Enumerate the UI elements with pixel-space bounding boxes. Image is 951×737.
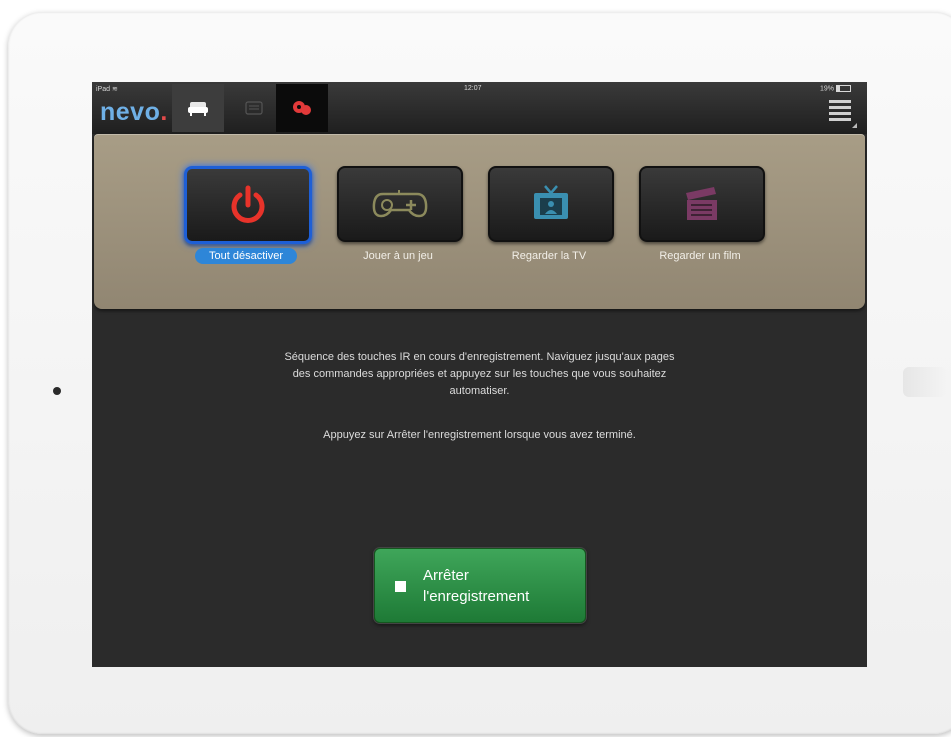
stop-square-icon — [395, 581, 406, 592]
activity-label-jouer: Jouer à un jeu — [363, 250, 433, 262]
front-camera — [53, 387, 61, 395]
activity-regarder-un-film[interactable] — [639, 166, 765, 242]
activity-label-film: Regarder un film — [659, 250, 741, 262]
macro-icon — [293, 101, 311, 115]
remote-icon — [245, 101, 263, 115]
top-bar: iPad ≋ 12:07 19% nevo. — [92, 82, 867, 134]
clock: 12:07 — [464, 85, 482, 92]
message-line-1: Séquence des touches IR en cours d'enreg… — [284, 351, 675, 363]
app-screen: iPad ≋ 12:07 19% nevo. Tout désactiver J… — [92, 82, 867, 667]
list-menu-icon[interactable] — [829, 100, 857, 128]
tv-icon — [534, 185, 568, 219]
activity-tout-desactiver[interactable] — [184, 166, 312, 244]
activities-panel: Tout désactiver Jouer à un jeu Regarder … — [94, 134, 865, 309]
message-line-2: des commandes appropriées et appuyez sur… — [292, 368, 667, 380]
stop-instruction: Appuyez sur Arrêter l'enregistrement lor… — [323, 429, 636, 441]
battery-icon — [835, 85, 851, 92]
recording-message: Séquence des touches IR en cours d'enreg… — [192, 349, 767, 400]
power-icon — [231, 185, 265, 223]
tab-activities[interactable] — [172, 84, 224, 132]
activity-regarder-la-tv[interactable] — [488, 166, 614, 242]
gamepad-icon — [372, 190, 428, 218]
home-button[interactable] — [903, 367, 947, 397]
nevo-logo: nevo. — [100, 98, 168, 126]
clapperboard-icon — [686, 187, 717, 220]
activity-jouer-a-un-jeu[interactable] — [337, 166, 463, 242]
wifi-icon: ≋ — [111, 86, 118, 93]
message-line-3: automatiser. — [449, 385, 510, 397]
tab-remote[interactable] — [228, 84, 280, 132]
sofa-icon — [188, 102, 208, 116]
stop-recording-button[interactable]: Arrêter l'enregistrement — [374, 548, 586, 623]
tab-macros[interactable] — [276, 84, 328, 132]
battery-status: 19% — [820, 85, 851, 92]
device-status: iPad ≋ — [96, 86, 118, 93]
activity-label-tv: Regarder la TV — [511, 250, 587, 262]
activity-label-tout-desactiver: Tout désactiver — [178, 248, 314, 264]
stop-recording-label: Arrêter l'enregistrement — [423, 567, 530, 605]
